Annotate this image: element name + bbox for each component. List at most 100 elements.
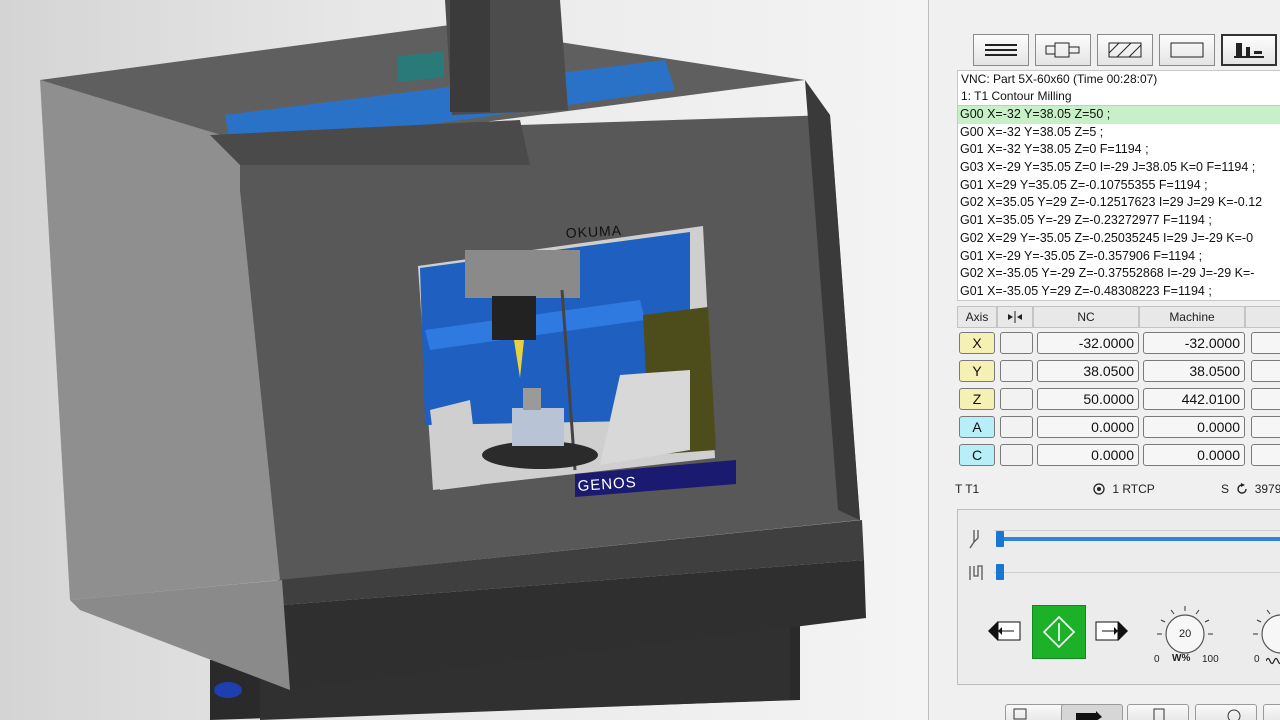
- progress-slider-track[interactable]: [996, 537, 1280, 541]
- spindle-value: 3979: [1254, 482, 1280, 496]
- list-icon: [985, 44, 1017, 56]
- axis-flag-z[interactable]: [1000, 388, 1033, 410]
- tool-status: T T1: [955, 482, 980, 496]
- nc-line[interactable]: G02 X=-35.05 Y=-29 Z=-0.37552868 I=-29 J…: [958, 265, 1280, 283]
- spindle-override-knob[interactable]: [1250, 604, 1280, 656]
- machine-column-header[interactable]: Machine: [1139, 306, 1245, 328]
- extra-column-header[interactable]: [1245, 306, 1280, 328]
- axis-nc-x: -32.0000: [1037, 332, 1139, 354]
- axis-row-x: X -32.0000 -32.0000: [957, 330, 1280, 358]
- nc-line[interactable]: G01 X=-35.05 Y=29 Z=-0.48308223 F=1194 ;: [958, 283, 1280, 300]
- axis-flag-a[interactable]: [1000, 416, 1033, 438]
- nc-line[interactable]: G02 X=29 Y=-35.05 Z=-0.25035245 I=29 J=-…: [958, 230, 1280, 248]
- feed-knob-max: 100: [1202, 654, 1219, 665]
- axis-nc-y: 38.0500: [1037, 360, 1139, 382]
- toolbar-spindle-button[interactable]: [1035, 34, 1091, 66]
- step-slider-handle[interactable]: [996, 564, 1004, 580]
- step-slider-track[interactable]: [994, 572, 1280, 573]
- split-arrows-icon: [1008, 311, 1022, 323]
- axis-flag-y[interactable]: [1000, 360, 1033, 382]
- slider-top-guide: [994, 530, 1280, 531]
- tab-grid[interactable]: [1005, 704, 1067, 720]
- nc-line[interactable]: G01 X=35.05 Y=-29 Z=-0.23272977 F=1194 ;: [958, 212, 1280, 230]
- spindle-icon: [1045, 42, 1080, 58]
- spindle-status: S 3979: [1221, 482, 1280, 496]
- nc-operation-title: 1: T1 Contour Milling: [961, 89, 1072, 103]
- axis-nc-c: 0.0000: [1037, 444, 1139, 466]
- axis-row-c: C 0.0000 0.0000: [957, 442, 1280, 470]
- axis-machine-z: 442.0100: [1143, 388, 1245, 410]
- vise: [512, 408, 564, 446]
- nc-line-current[interactable]: G00 X=-32 Y=38.05 Z=50 ;: [958, 106, 1280, 124]
- machine-small-icon: [1153, 708, 1165, 720]
- axis-row-a: A 0.0000 0.0000: [957, 414, 1280, 442]
- tab-settings[interactable]: [1195, 704, 1257, 720]
- step-icon: [969, 565, 983, 580]
- control-panel: VNC: Part 5X-60x60 (Time 00:28:07) 1: T1…: [928, 0, 1280, 720]
- rotation-icon: [1237, 483, 1248, 494]
- axis-flag-x[interactable]: [1000, 332, 1033, 354]
- axis-name-c[interactable]: C: [959, 444, 995, 466]
- step-forward-button[interactable]: [1094, 618, 1130, 644]
- nc-line[interactable]: G03 X=-29 Y=35.05 Z=0 I=-29 J=38.05 K=0 …: [958, 159, 1280, 177]
- nc-program-title: VNC: Part 5X-60x60 (Time 00:28:07): [961, 72, 1158, 86]
- bottom-tab-bar: [1005, 704, 1280, 720]
- nc-line[interactable]: G01 X=-29 Y=-35.05 Z=-0.357906 F=1194 ;: [958, 248, 1280, 266]
- axis-extra-a: [1251, 416, 1280, 438]
- axis-machine-a: 0.0000: [1143, 416, 1245, 438]
- axis-name-y[interactable]: Y: [959, 360, 995, 382]
- nc-column-header[interactable]: NC: [1033, 306, 1139, 328]
- hatch-icon: [1108, 42, 1142, 58]
- progress-slider-start-handle[interactable]: [996, 531, 1004, 547]
- tab-machine[interactable]: [1127, 704, 1189, 720]
- nc-line[interactable]: G01 X=-32 Y=38.05 Z=0 F=1194 ;: [958, 141, 1280, 159]
- nc-program-info: VNC: Part 5X-60x60 (Time 00:28:07) 1: T1…: [957, 70, 1280, 106]
- feed-knob-unit: W%: [1172, 653, 1191, 664]
- axis-machine-y: 38.0500: [1143, 360, 1245, 382]
- start-button[interactable]: [1032, 605, 1086, 659]
- axis-extra-c: [1251, 444, 1280, 466]
- axis-extra-x: [1251, 332, 1280, 354]
- app-window: OKUMA GENOS VNC: Part 5X-60x60 (Time 00:…: [0, 0, 1280, 720]
- status-bar: T T1 1 RTCP S 3979: [955, 482, 1280, 500]
- toolbar-hatch-button[interactable]: [1097, 34, 1153, 66]
- nc-line[interactable]: G00 X=-32 Y=38.05 Z=5 ;: [958, 124, 1280, 142]
- spindle-body: [492, 296, 536, 340]
- axis-row-z: Z 50.0000 442.0100: [957, 386, 1280, 414]
- gauge-icon: [1227, 709, 1241, 720]
- nc-line[interactable]: G02 X=35.05 Y=29 Z=-0.12517623 I=29 J=29…: [958, 194, 1280, 212]
- axis-flag-c[interactable]: [1000, 444, 1033, 466]
- diamond-start-icon: [1042, 615, 1076, 649]
- simulation-controls: 20 0 W% 100 0: [957, 509, 1280, 685]
- rtcp-icon: [1093, 483, 1105, 495]
- spindle-knob-min: 0: [1254, 654, 1260, 665]
- brand-okuma: OKUMA: [565, 222, 622, 241]
- arrow-right-icon: [1076, 711, 1102, 720]
- axis-name-x[interactable]: X: [959, 332, 995, 354]
- machine-foot-1: [214, 682, 242, 698]
- axis-name-a[interactable]: A: [959, 416, 995, 438]
- axis-name-z[interactable]: Z: [959, 388, 995, 410]
- toolbar-list-button[interactable]: [973, 34, 1029, 66]
- axis-machine-c: 0.0000: [1143, 444, 1245, 466]
- axis-nc-z: 50.0000: [1037, 388, 1139, 410]
- axis-offset-header[interactable]: [997, 306, 1033, 328]
- nc-line[interactable]: G01 X=29 Y=35.05 Z=-0.10755355 F=1194 ;: [958, 177, 1280, 195]
- step-back-button[interactable]: [988, 618, 1024, 644]
- roof-part: [398, 51, 444, 83]
- axis-extra-y: [1251, 360, 1280, 382]
- feed-knob-min: 0: [1154, 654, 1160, 665]
- wave-icon: [1266, 657, 1280, 665]
- nc-code-list[interactable]: G00 X=-32 Y=38.05 Z=50 ; G00 X=-32 Y=38.…: [957, 105, 1280, 301]
- tab-more[interactable]: [1263, 704, 1280, 720]
- grid-icon: [1013, 708, 1027, 720]
- axis-machine-x: -32.0000: [1143, 332, 1245, 354]
- rtcp-status: 1 RTCP: [1093, 482, 1155, 496]
- toolbar-machine-button[interactable]: [1221, 34, 1277, 66]
- machine-viewport[interactable]: OKUMA GENOS: [0, 0, 928, 720]
- toolbar-rectangle-button[interactable]: [1159, 34, 1215, 66]
- view-toolbar: [973, 34, 1280, 66]
- axis-column-header[interactable]: Axis: [957, 306, 997, 328]
- rtcp-label: 1 RTCP: [1112, 482, 1155, 496]
- tab-output[interactable]: [1061, 704, 1123, 720]
